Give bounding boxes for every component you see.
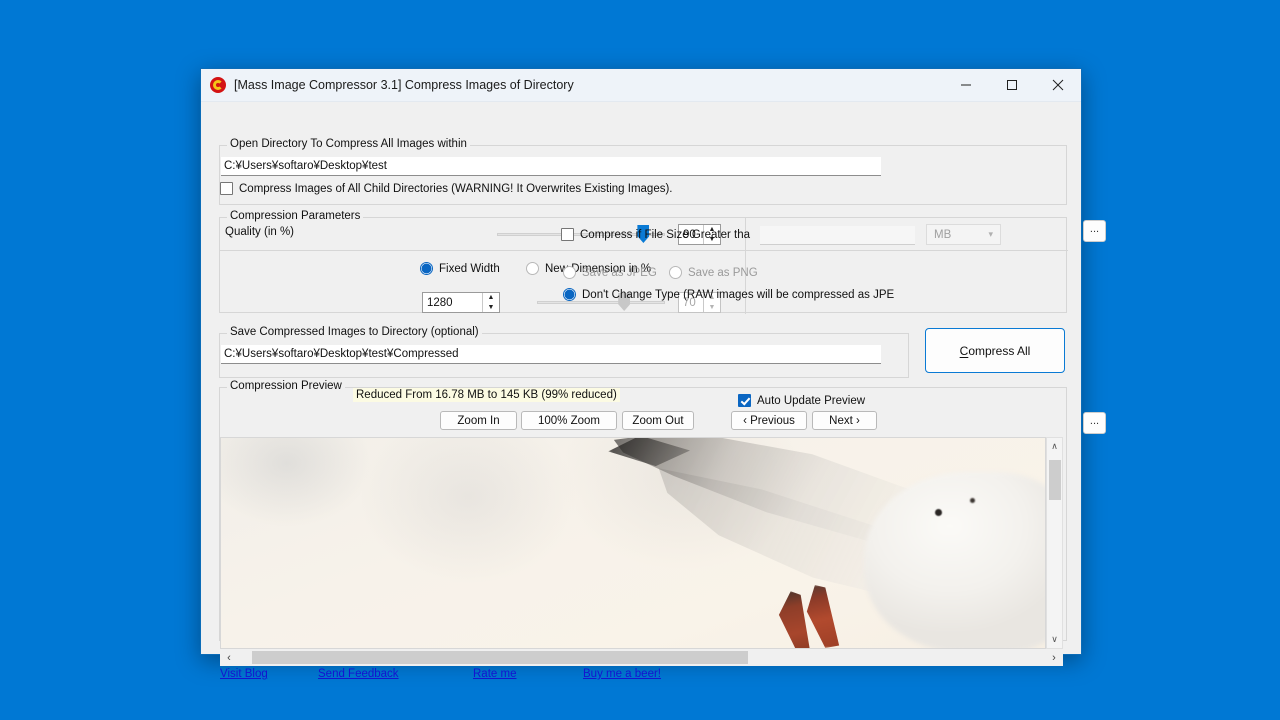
maximize-button[interactable] (989, 69, 1035, 101)
save-jpeg-radio[interactable] (563, 266, 576, 279)
next-image-button[interactable]: Next › (812, 411, 877, 430)
minimize-button[interactable] (943, 69, 989, 101)
fixed-width-spinner-up-icon[interactable]: ▲ (483, 293, 499, 303)
dont-change-type-radio-row[interactable]: Don't Change Type (RAW images will be co… (563, 288, 894, 301)
save-png-radio[interactable] (669, 266, 682, 279)
compression-parameters-group-label: Compression Parameters (227, 210, 364, 222)
save-png-label: Save as PNG (688, 266, 758, 279)
compress-all-button[interactable]: Compress All (925, 328, 1065, 373)
fixed-width-radio-row[interactable]: Fixed Width (420, 262, 500, 275)
zoom-out-button[interactable]: Zoom Out (622, 411, 694, 430)
filesize-threshold-input[interactable] (760, 226, 915, 245)
scroll-down-icon[interactable]: ∨ (1047, 631, 1062, 648)
preview-vertical-scrollbar[interactable]: ∧ ∨ (1046, 437, 1063, 649)
visit-blog-link[interactable]: Visit Blog (220, 668, 268, 680)
rate-me-link[interactable]: Rate me (473, 668, 516, 680)
new-dimension-radio[interactable] (526, 262, 539, 275)
save-directory-group-label: Save Compressed Images to Directory (opt… (227, 326, 482, 338)
filesize-checkbox[interactable] (561, 228, 574, 241)
vertical-scrollbar-thumb[interactable] (1049, 460, 1061, 500)
filesize-unit-value: MB (934, 228, 952, 241)
compression-preview-group-label: Compression Preview (227, 380, 345, 392)
compress-all-accel: C (959, 343, 969, 358)
fixed-width-spinner-buttons[interactable]: ▲ ▼ (482, 293, 499, 312)
preview-horizontal-scrollbar[interactable]: ‹ › (220, 649, 1063, 666)
save-png-radio-row[interactable]: Save as PNG (669, 266, 758, 279)
param-divider-right (745, 250, 1068, 251)
auto-update-preview-row[interactable]: Auto Update Preview (738, 394, 865, 407)
compress-all-rest: ompress All (968, 343, 1031, 358)
send-feedback-link[interactable]: Send Feedback (318, 668, 399, 680)
dont-change-type-label: Don't Change Type (RAW images will be co… (582, 288, 895, 301)
dont-change-type-radio[interactable] (563, 288, 576, 301)
destination-directory-input[interactable] (221, 345, 881, 364)
browse-destination-button[interactable]: ... (1083, 412, 1106, 434)
scroll-up-icon[interactable]: ∧ (1047, 438, 1062, 455)
fixed-width-radio[interactable] (420, 262, 433, 275)
close-button[interactable] (1035, 69, 1081, 101)
auto-update-preview-label: Auto Update Preview (757, 394, 866, 407)
gull-beak-lower (778, 591, 810, 648)
fixed-width-value[interactable]: 1280 (423, 293, 482, 312)
title-bar: [Mass Image Compressor 3.1] Compress Ima… (201, 69, 1081, 102)
save-jpeg-label: Save as JPEG (582, 266, 657, 279)
fixed-width-spinner[interactable]: 1280 ▲ ▼ (422, 292, 500, 313)
preview-image-viewport[interactable] (220, 437, 1046, 649)
previous-image-button[interactable]: ‹ Previous (731, 411, 807, 430)
child-directories-label: Compress Images of All Child Directories… (239, 182, 673, 195)
dimension-spinner-down-icon[interactable]: ▼ (704, 303, 720, 313)
buy-me-a-beer-link[interactable]: Buy me a beer! (583, 668, 661, 680)
child-directories-checkbox-row[interactable]: Compress Images of All Child Directories… (220, 182, 673, 195)
zoom-in-button[interactable]: Zoom In (440, 411, 517, 430)
gull-eye-secondary (969, 497, 975, 503)
scroll-left-icon[interactable]: ‹ (220, 652, 238, 664)
client-area: Open Directory To Compress All Images wi… (201, 102, 1106, 680)
compression-stats: Reduced From 16.78 MB to 145 KB (99% red… (353, 388, 620, 402)
zoom-100-button[interactable]: 100% Zoom (521, 411, 617, 430)
quality-label: Quality (in %) (225, 226, 295, 238)
auto-update-preview-checkbox[interactable] (738, 394, 751, 407)
child-directories-checkbox[interactable] (220, 182, 233, 195)
scroll-right-icon[interactable]: › (1045, 652, 1063, 664)
window-title: [Mass Image Compressor 3.1] Compress Ima… (234, 78, 574, 92)
chevron-down-icon: ▾ (988, 229, 993, 239)
save-jpeg-radio-row[interactable]: Save as JPEG (563, 266, 657, 279)
compress-all-label: Compress All (960, 344, 1031, 358)
dimension-slider-track (537, 301, 665, 304)
browse-source-button[interactable]: ... (1083, 220, 1106, 242)
open-directory-group-label: Open Directory To Compress All Images wi… (227, 138, 470, 150)
filesize-label: Compress if File Size Greater tha (580, 228, 751, 241)
horizontal-scrollbar-thumb[interactable] (252, 651, 748, 664)
seagull-preview-image (221, 438, 1045, 648)
param-divider-horizontal (220, 250, 745, 251)
compressor-logo-icon (210, 77, 226, 93)
source-directory-input[interactable] (221, 157, 881, 176)
gull-body (863, 471, 1045, 648)
fixed-width-label: Fixed Width (439, 262, 500, 275)
app-window: [Mass Image Compressor 3.1] Compress Ima… (200, 68, 1106, 680)
fixed-width-spinner-down-icon[interactable]: ▼ (483, 303, 499, 313)
filesize-checkbox-row[interactable]: Compress if File Size Greater tha (561, 228, 750, 241)
filesize-unit-combobox[interactable]: MB ▾ (926, 224, 1001, 245)
